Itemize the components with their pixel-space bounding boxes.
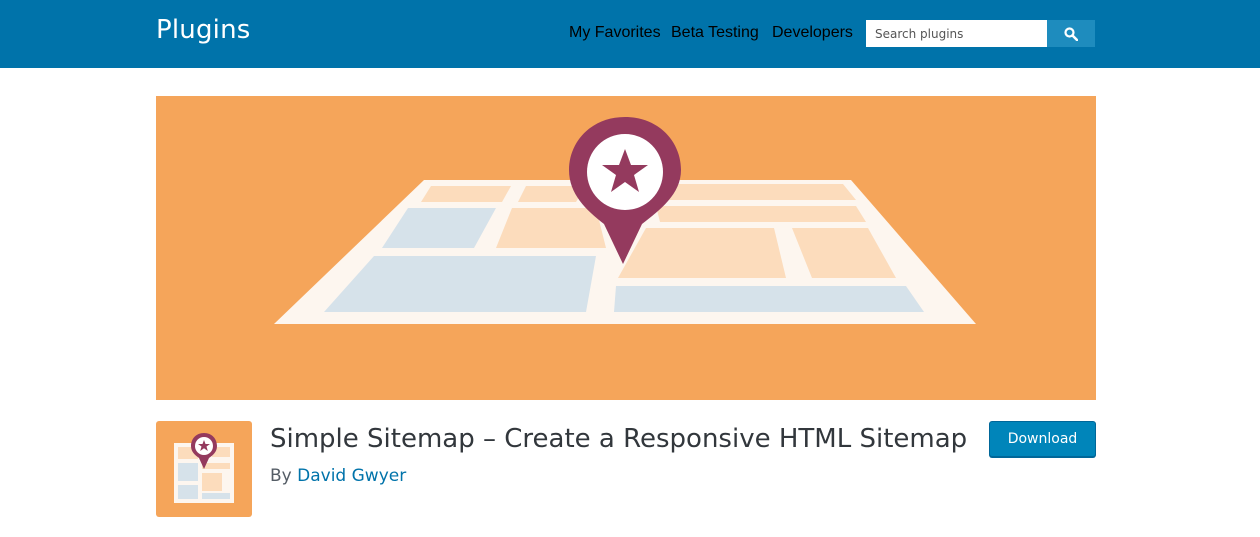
nav-my-favorites[interactable]: My Favorites (569, 24, 661, 42)
plugin-byline: By David Gwyer (270, 466, 406, 486)
search-icon (1064, 26, 1078, 41)
plugin-title: Simple Sitemap – Create a Responsive HTM… (270, 424, 968, 454)
author-link[interactable]: David Gwyer (297, 466, 406, 486)
byline-prefix: By (270, 466, 292, 486)
plugin-banner (156, 96, 1096, 400)
nav-developers[interactable]: Developers (772, 24, 853, 42)
header-bar: Plugins My Favorites Beta Testing Develo… (0, 0, 1260, 68)
plugin-icon (156, 421, 252, 517)
map-illustration (274, 117, 976, 324)
search-button[interactable] (1047, 20, 1095, 47)
nav-beta-testing[interactable]: Beta Testing (671, 24, 759, 42)
search-input[interactable] (866, 20, 1047, 47)
search-form (866, 20, 1095, 47)
site-title[interactable]: Plugins (156, 15, 251, 45)
map-pin-icon (174, 433, 234, 503)
download-button[interactable]: Download (989, 421, 1096, 457)
